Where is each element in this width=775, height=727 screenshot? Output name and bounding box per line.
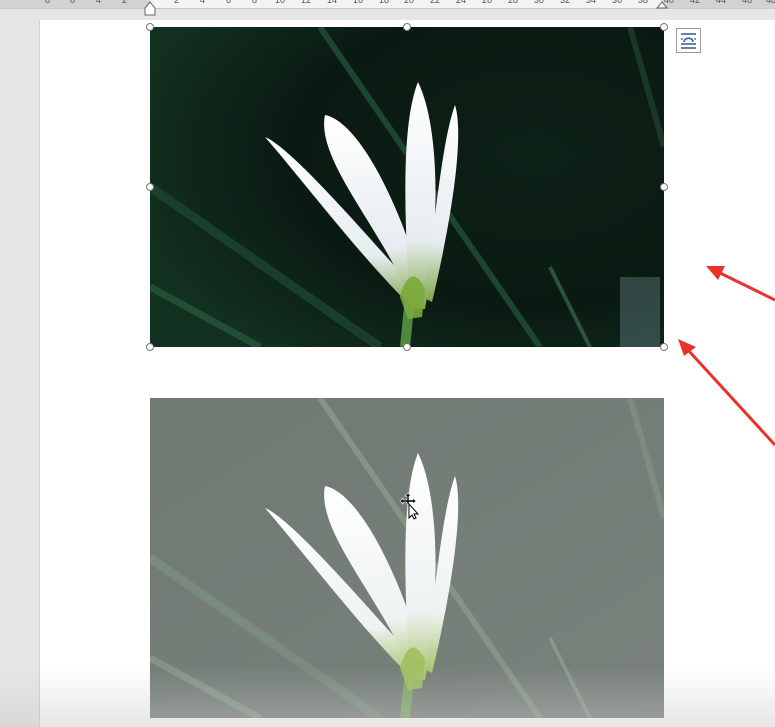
- ruler-tick: 2: [122, 0, 128, 5]
- ruler-tick: 8: [45, 0, 51, 5]
- layout-options-icon: [681, 33, 696, 49]
- ruler-tick: 4: [96, 0, 102, 5]
- ruler-tick: 32: [560, 0, 571, 5]
- ruler-tick: 22: [430, 0, 441, 5]
- resize-handle-top[interactable]: [403, 23, 411, 31]
- resize-handle-bottom-right[interactable]: [660, 343, 668, 351]
- resize-handle-top-right[interactable]: [660, 23, 668, 31]
- ruler-tick: 6: [226, 0, 232, 5]
- ruler-tick: 20: [404, 0, 415, 5]
- ruler-tick: 12: [301, 0, 312, 5]
- ruler-tick: 30: [534, 0, 545, 5]
- lily-photo-dark: [150, 27, 664, 347]
- document-image[interactable]: [150, 398, 664, 718]
- ruler-tick: 14: [327, 0, 338, 5]
- ruler-tick: 18: [379, 0, 390, 5]
- lily-photo-grey: [150, 398, 664, 718]
- ruler-tick: 4: [200, 0, 206, 5]
- resize-handle-right[interactable]: [660, 183, 668, 191]
- ruler-tick: 24: [456, 0, 467, 5]
- ruler-tick: 28: [508, 0, 519, 5]
- layout-options-button[interactable]: [676, 28, 701, 53]
- ruler-tick: 8: [252, 0, 258, 5]
- ruler-tick: 26: [482, 0, 493, 5]
- resize-handle-bottom-left[interactable]: [146, 343, 154, 351]
- ruler-tick: 10: [275, 0, 286, 5]
- ruler-tick: 16: [353, 0, 364, 5]
- ruler-tick: 2: [174, 0, 180, 5]
- ruler-tick: 42: [690, 0, 701, 5]
- document-image-selected[interactable]: [150, 27, 664, 347]
- ruler-tick: 38: [638, 0, 649, 5]
- right-indent-marker-icon[interactable]: [656, 0, 668, 10]
- ruler-tick: 46: [742, 0, 753, 5]
- resize-handle-top-left[interactable]: [146, 23, 154, 31]
- move-cursor-icon: [399, 492, 420, 520]
- ruler-tick: 6: [70, 0, 76, 5]
- ruler-tick: 36: [612, 0, 623, 5]
- ruler-tick: 34: [586, 0, 597, 5]
- ruler-tick: 48: [766, 0, 775, 5]
- ruler-tick: 44: [716, 0, 727, 5]
- resize-handle-left[interactable]: [146, 183, 154, 191]
- left-indent-marker-icon[interactable]: [144, 0, 156, 16]
- resize-handle-bottom[interactable]: [403, 343, 411, 351]
